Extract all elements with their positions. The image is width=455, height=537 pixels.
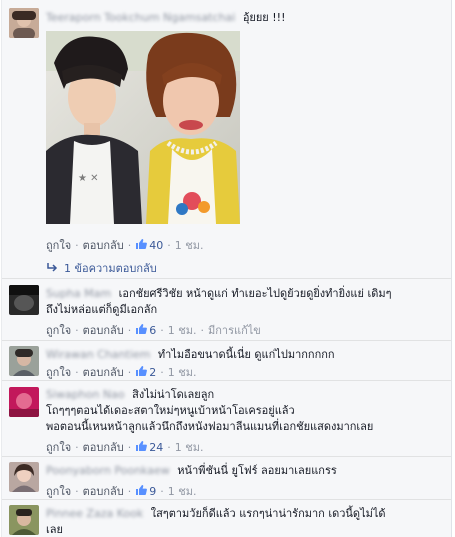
comment-text-line: สิงไม่น่าโดเลยลูก xyxy=(132,388,215,401)
thumbs-up-icon xyxy=(136,324,148,334)
comment-text-line: เลย xyxy=(46,523,63,536)
avatar-photo xyxy=(9,387,39,417)
like-count-value: 40 xyxy=(149,239,164,252)
thumbs-up-icon xyxy=(136,239,148,249)
commenter-name[interactable]: Teeraporn Tookchum Ngamsatchai xyxy=(46,11,235,24)
comment-photo[interactable]: ★ ✕ xyxy=(46,31,240,224)
svg-text:★ ✕: ★ ✕ xyxy=(78,173,99,184)
comment-actions: ถูกใจ · ตอบกลับ · 40 · 1 ชม. xyxy=(46,236,203,254)
like-count-value: 2 xyxy=(149,366,157,379)
edited-label[interactable]: มีการแก้ไข xyxy=(208,321,261,339)
thumbs-up-icon xyxy=(136,485,148,495)
comment-timestamp[interactable]: 1 ชม. xyxy=(175,438,204,456)
commenter-avatar[interactable] xyxy=(9,387,39,417)
divider xyxy=(2,278,451,279)
photo-image: ★ ✕ xyxy=(46,31,240,224)
comment-text-line: โถๆๆๆตอนได้เดอะสตาใหม่ๆหนูเบ้าหน้าโอเครอ… xyxy=(46,404,295,417)
comment-timestamp[interactable]: 1 ชม. xyxy=(168,482,197,500)
avatar-photo xyxy=(9,8,39,38)
comment-actions: ถูกใจ · ตอบกลับ · 24 · 1 ชม. xyxy=(46,438,203,456)
avatar-photo xyxy=(9,285,39,315)
commenter-avatar[interactable] xyxy=(9,285,39,315)
reply-button[interactable]: ตอบกลับ xyxy=(83,482,124,500)
comment-actions: ถูกใจ · ตอบกลับ · 6 · 1 ชม. · มีการแก้ไข xyxy=(46,321,261,339)
commenter-name[interactable]: Pinnee Zaza Kook xyxy=(46,507,143,520)
reply-arrow-icon xyxy=(47,263,58,272)
comment-header: Wirawan Chantiem ทำไมอือขนาดนี้เนี่ย ดูแ… xyxy=(46,347,335,362)
comment-header: Pinnee Zaza Kook ใสๆตามวัยก็ดีแล้ว แรกๆน… xyxy=(46,506,386,521)
like-button[interactable]: ถูกใจ xyxy=(46,438,71,456)
comment-text: หน้าพี่ชันนี่ ยูโฟร์ ลอยมาเลยแกรร xyxy=(177,464,337,477)
comments-panel: Teeraporn Tookchum Ngamsatchai อุ้ยยย !!… xyxy=(1,0,452,537)
view-replies-label: 1 ข้อความตอบกลับ xyxy=(64,262,157,275)
reply-button[interactable]: ตอบกลับ xyxy=(83,236,124,254)
like-button[interactable]: ถูกใจ xyxy=(46,363,71,381)
comment-text-line: เอกชัยศรีวิชัย หน้าดูแก่ ทำเยอะไปดูย้วยด… xyxy=(118,287,392,300)
comment-text: ทำไมอือขนาดนี้เนี่ย ดูแก่ไปมากกกกก xyxy=(157,348,335,361)
like-count[interactable]: 2 xyxy=(135,365,156,379)
like-count[interactable]: 9 xyxy=(135,484,156,498)
comment-text-line: ถึงไม่หล่อแต่ก็ดูมีเอกลัก xyxy=(46,303,158,316)
commenter-name[interactable]: Wirawan Chantiem xyxy=(46,348,150,361)
divider xyxy=(2,456,451,457)
comment-header: Teeraporn Tookchum Ngamsatchai อุ้ยยย !!… xyxy=(46,10,285,25)
avatar-photo xyxy=(9,346,39,376)
commenter-avatar[interactable] xyxy=(9,462,39,492)
like-count[interactable]: 6 xyxy=(135,323,156,337)
comment-actions: ถูกใจ · ตอบกลับ · 9 · 1 ชม. xyxy=(46,482,196,500)
comment-header: Supha Mam เอกชัยศรีวิชัย หน้าดูแก่ ทำเยอ… xyxy=(46,286,392,301)
comment-header: Siwaphon Nao สิงไม่น่าโดเลยลูก xyxy=(46,387,214,402)
commenter-avatar[interactable] xyxy=(9,346,39,376)
view-replies-link[interactable]: 1 ข้อความตอบกลับ xyxy=(46,259,157,277)
thumbs-up-icon xyxy=(136,441,148,451)
like-count-value: 6 xyxy=(149,324,157,337)
like-count[interactable]: 24 xyxy=(135,440,163,454)
commenter-name[interactable]: Supha Mam xyxy=(46,287,111,300)
avatar-photo xyxy=(9,462,39,492)
reply-button[interactable]: ตอบกลับ xyxy=(83,321,124,339)
comment-text-line: ใสๆตามวัยก็ดีแล้ว แรกๆน่าน่ารักมาก เดวนี… xyxy=(150,507,386,520)
divider xyxy=(2,499,451,500)
commenter-name[interactable]: Siwaphon Nao xyxy=(46,388,125,401)
reply-button[interactable]: ตอบกลับ xyxy=(83,438,124,456)
comment-actions: ถูกใจ · ตอบกลับ · 2 · 1 ชม. xyxy=(46,363,196,381)
like-count-value: 24 xyxy=(149,441,164,454)
comment-timestamp[interactable]: 1 ชม. xyxy=(168,321,197,339)
comment-timestamp[interactable]: 1 ชม. xyxy=(175,236,204,254)
divider xyxy=(2,380,451,381)
comment-timestamp[interactable]: 1 ชม. xyxy=(168,363,197,381)
thumbs-up-icon xyxy=(136,366,148,376)
comment-header: Poonyaborn Poonkaew หน้าพี่ชันนี่ ยูโฟร์… xyxy=(46,463,337,478)
commenter-avatar[interactable] xyxy=(9,8,39,38)
commenter-avatar[interactable] xyxy=(9,505,39,535)
divider xyxy=(2,340,451,341)
like-button[interactable]: ถูกใจ xyxy=(46,321,71,339)
like-button[interactable]: ถูกใจ xyxy=(46,236,71,254)
commenter-name[interactable]: Poonyaborn Poonkaew xyxy=(46,464,170,477)
like-count[interactable]: 40 xyxy=(135,238,163,252)
like-button[interactable]: ถูกใจ xyxy=(46,482,71,500)
like-count-value: 9 xyxy=(149,485,157,498)
avatar-photo xyxy=(9,505,39,535)
comment-text: อุ้ยยย !!! xyxy=(242,11,286,24)
reply-button[interactable]: ตอบกลับ xyxy=(83,363,124,381)
comment-text-line: พอตอนนี้เหนหน้าลูกแล้วนึกถึงหนังฟอมาลีนแ… xyxy=(46,420,374,433)
